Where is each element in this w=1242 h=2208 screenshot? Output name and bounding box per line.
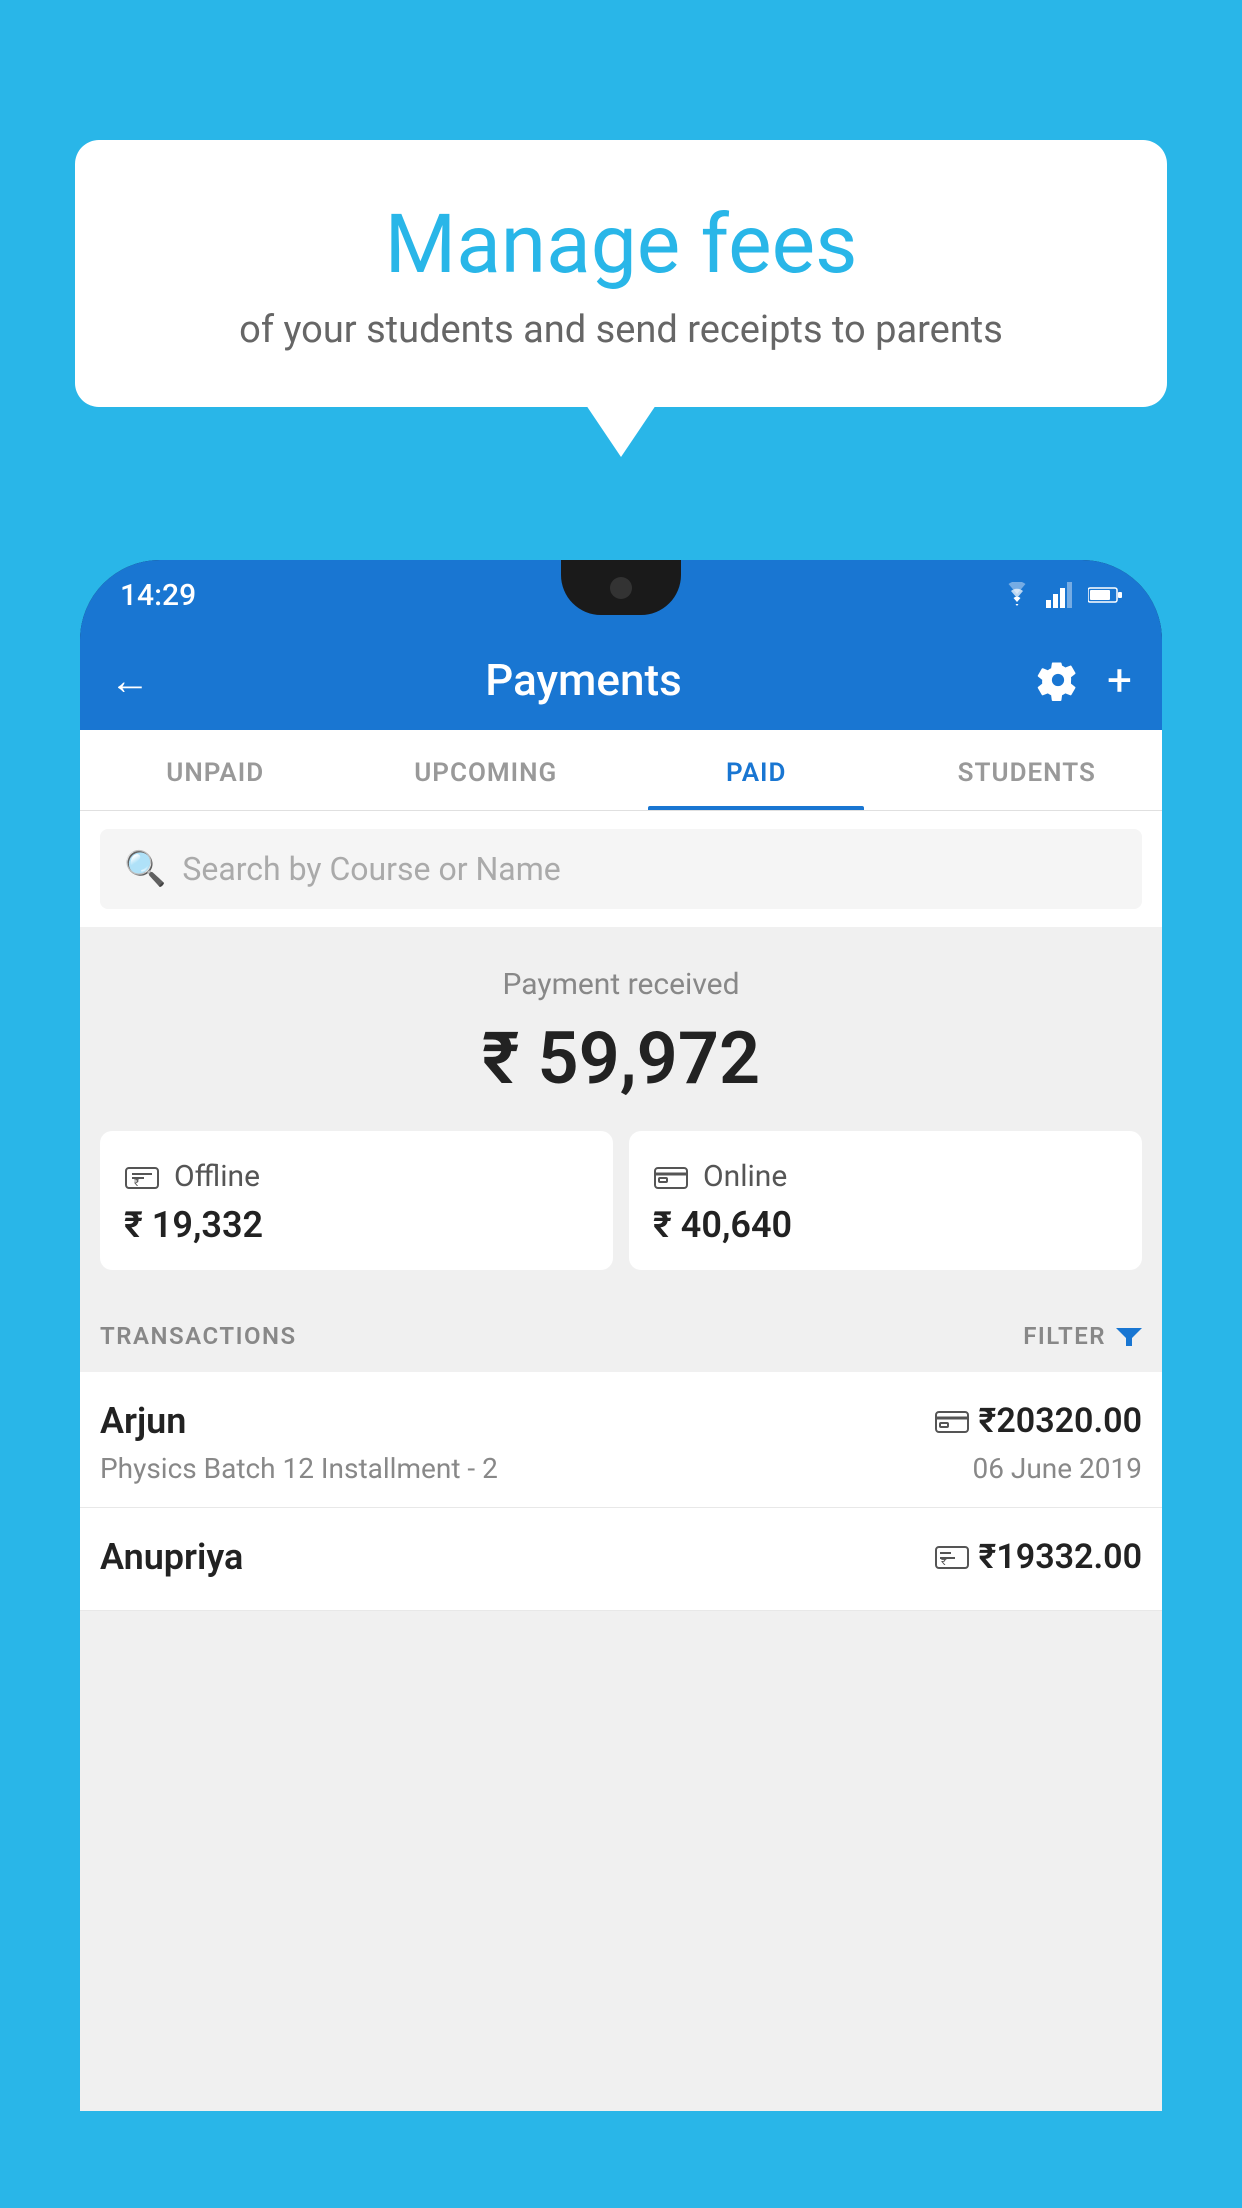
settings-icon[interactable] [1037,659,1079,701]
speech-bubble: Manage fees of your students and send re… [75,140,1167,407]
add-button[interactable]: + [1107,654,1132,706]
payment-cards: ₹ Offline ₹ 19,332 [100,1131,1142,1270]
phone-container: 14:29 [80,560,1162,2208]
online-amount: ₹ 40,640 [653,1204,1118,1246]
tab-paid[interactable]: PAID [621,730,892,810]
search-bar-container: 🔍 Search by Course or Name [80,811,1162,927]
transaction-item[interactable]: Arjun ₹20320.00 Physics Batch 12 Install… [80,1372,1162,1508]
notch [561,560,681,615]
transaction-amount: ₹19332.00 [979,1537,1142,1577]
offline-amount: ₹ 19,332 [124,1204,589,1246]
bubble-title: Manage fees [125,200,1117,290]
online-card: Online ₹ 40,640 [629,1131,1142,1270]
payment-received-label: Payment received [100,967,1142,1002]
offline-icon: ₹ [124,1162,160,1192]
tabs-bar: UNPAID UPCOMING PAID STUDENTS [80,730,1162,811]
search-input[interactable]: Search by Course or Name [182,850,560,888]
svg-text:₹: ₹ [134,1178,139,1189]
app-content: 🔍 Search by Course or Name Payment recei… [80,811,1162,2111]
transaction-row2: Physics Batch 12 Installment - 2 06 June… [100,1452,1142,1485]
online-icon [653,1163,689,1191]
bubble-subtitle: of your students and send receipts to pa… [125,308,1117,352]
battery-icon [1088,586,1122,604]
online-label: Online [703,1159,787,1194]
wifi-icon [1000,582,1034,608]
offline-label: Offline [174,1159,260,1194]
filter-label: FILTER [1023,1322,1106,1350]
transaction-type-icon [935,1408,969,1434]
status-icons [1000,582,1122,608]
transaction-item[interactable]: Anupriya ₹ ₹19332.00 [80,1508,1162,1611]
transaction-name: Arjun [100,1400,186,1442]
camera [610,577,632,599]
transaction-type-icon: ₹ [935,1543,969,1571]
search-bar[interactable]: 🔍 Search by Course or Name [100,829,1142,909]
tab-unpaid[interactable]: UNPAID [80,730,351,810]
search-icon: 🔍 [124,849,166,889]
tab-students[interactable]: STUDENTS [892,730,1163,810]
signal-icon [1046,582,1076,608]
transaction-row1: Anupriya ₹ ₹19332.00 [100,1536,1142,1578]
back-button[interactable]: ← [110,657,150,704]
offline-card: ₹ Offline ₹ 19,332 [100,1131,613,1270]
filter-button[interactable]: FILTER [1023,1322,1142,1350]
status-bar: 14:29 [80,560,1162,630]
phone-body: 14:29 [80,560,1162,2111]
status-time: 14:29 [120,578,196,613]
tab-upcoming[interactable]: UPCOMING [351,730,622,810]
app-header: ← Payments + [80,630,1162,730]
transactions-label: TRANSACTIONS [100,1322,297,1350]
filter-icon [1116,1324,1142,1348]
transactions-header: TRANSACTIONS FILTER [80,1300,1162,1372]
payment-total-amount: ₹ 59,972 [100,1016,1142,1101]
payment-summary: Payment received ₹ 59,972 ₹ [80,927,1162,1300]
header-icons: + [1037,654,1132,706]
transaction-amount-row: ₹20320.00 [935,1401,1142,1441]
transaction-date: 06 June 2019 [972,1452,1142,1485]
header-title: Payments [170,654,997,706]
offline-card-header: ₹ Offline [124,1159,589,1194]
online-card-header: Online [653,1159,1118,1194]
svg-text:₹: ₹ [941,1555,947,1568]
transaction-row1: Arjun ₹20320.00 [100,1400,1142,1442]
transaction-name: Anupriya [100,1536,243,1578]
transaction-amount-row: ₹ ₹19332.00 [935,1537,1142,1577]
transaction-amount: ₹20320.00 [979,1401,1142,1441]
transaction-detail: Physics Batch 12 Installment - 2 [100,1452,498,1485]
